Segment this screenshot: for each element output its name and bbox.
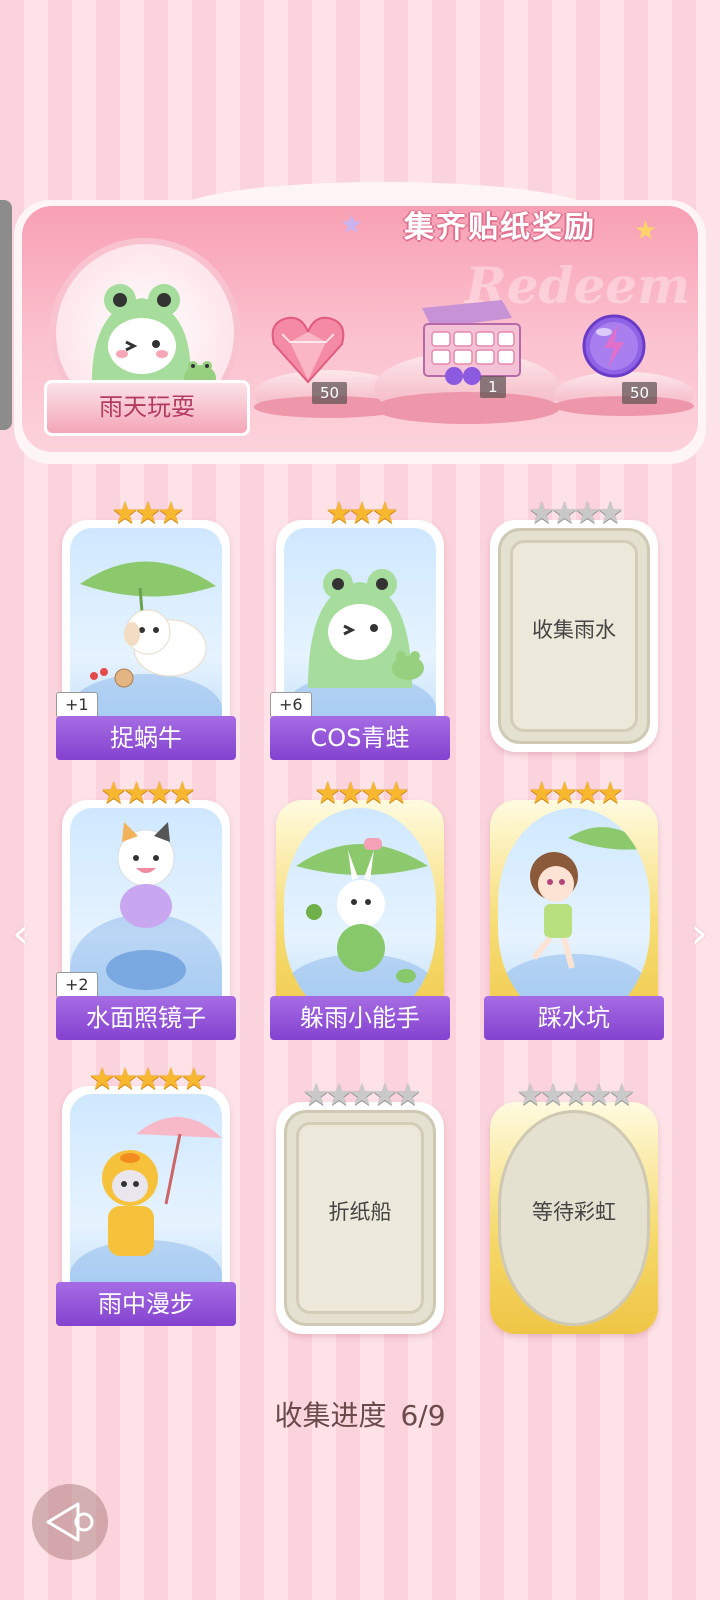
star-deco-icon: ★ bbox=[634, 216, 658, 246]
card-label: 折纸船 bbox=[328, 1200, 392, 1224]
duplicate-count: +6 bbox=[270, 692, 312, 718]
sticker-card[interactable]: ★★★★ +2 水面照镜子 bbox=[56, 776, 236, 1040]
purple-energy-orb-icon[interactable] bbox=[580, 312, 648, 384]
sticker-card[interactable]: ★★★ +6 COS青蛙 bbox=[270, 496, 450, 760]
back-arrow-icon bbox=[46, 1502, 94, 1542]
star-rating: ★★★ bbox=[111, 496, 185, 531]
reward-count: 50 bbox=[312, 382, 348, 404]
sticker-card-locked[interactable]: 等待彩虹 ★★★★★ bbox=[490, 1078, 658, 1334]
sticker-art-bunny-frog bbox=[284, 808, 436, 1024]
star-rating: ★★★★★ bbox=[88, 1062, 208, 1097]
reward-count: 50 bbox=[622, 382, 658, 404]
card-label: 捉蜗牛 bbox=[56, 716, 236, 760]
card-label: 水面照镜子 bbox=[56, 996, 236, 1040]
star-rating: ★★★★ bbox=[314, 776, 410, 811]
card-label: 踩水坑 bbox=[484, 996, 664, 1040]
sticker-card-locked[interactable]: 收集雨水 ★★★★ bbox=[490, 496, 658, 752]
card-label: 等待彩虹 bbox=[532, 1200, 616, 1224]
star-rating: ★★★★★ bbox=[302, 1078, 422, 1113]
duplicate-count: +1 bbox=[56, 692, 98, 718]
star-deco-icon: ★ bbox=[340, 210, 364, 240]
duplicate-count: +2 bbox=[56, 972, 98, 998]
pink-heart-gem-icon[interactable] bbox=[268, 312, 348, 390]
card-label: COS青蛙 bbox=[270, 716, 450, 760]
sticker-art-duck-cat-umbrella bbox=[70, 1094, 222, 1310]
chevron-left-icon[interactable]: ‹ bbox=[12, 908, 30, 959]
sticker-card[interactable]: ★★★★ 躲雨小能手 bbox=[270, 776, 450, 1040]
chevron-right-icon[interactable]: › bbox=[690, 908, 708, 959]
reward-count: 1 bbox=[480, 376, 506, 398]
star-rating: ★★★★★ bbox=[516, 1078, 636, 1113]
progress-value: 6/9 bbox=[400, 1399, 446, 1432]
sticker-card[interactable]: ★★★★ 踩水坑 bbox=[484, 776, 664, 1040]
sticker-card-locked[interactable]: 折纸船 ★★★★★ bbox=[276, 1078, 444, 1334]
sticker-card[interactable]: ★★★★★ 雨中漫步 bbox=[56, 1062, 236, 1326]
sticker-art-girl-puddle bbox=[498, 808, 650, 1024]
side-handle[interactable] bbox=[0, 200, 12, 430]
gift-box-icon[interactable] bbox=[402, 288, 532, 392]
star-rating: ★★★★ bbox=[528, 496, 624, 531]
card-label: 雨中漫步 bbox=[56, 1282, 236, 1326]
theme-name: 雨天玩耍 bbox=[44, 380, 250, 436]
card-label: 收集雨水 bbox=[532, 618, 616, 642]
sticker-card[interactable]: ★★★ +1 捉蜗牛 bbox=[56, 496, 236, 760]
banner-title: 集齐贴纸奖励 bbox=[404, 210, 596, 245]
progress-label: 收集进度 bbox=[274, 1399, 387, 1432]
star-rating: ★★★ bbox=[325, 496, 399, 531]
card-label: 躲雨小能手 bbox=[270, 996, 450, 1040]
reward-banner: Redeem ★ 集齐贴纸奖励 ★ 雨天玩耍 50 1 50 bbox=[14, 182, 706, 464]
back-button[interactable] bbox=[32, 1484, 108, 1560]
star-rating: ★★★★ bbox=[528, 776, 624, 811]
collection-progress: 收集进度 6/9 bbox=[0, 1394, 720, 1434]
star-rating: ★★★★ bbox=[100, 776, 196, 811]
